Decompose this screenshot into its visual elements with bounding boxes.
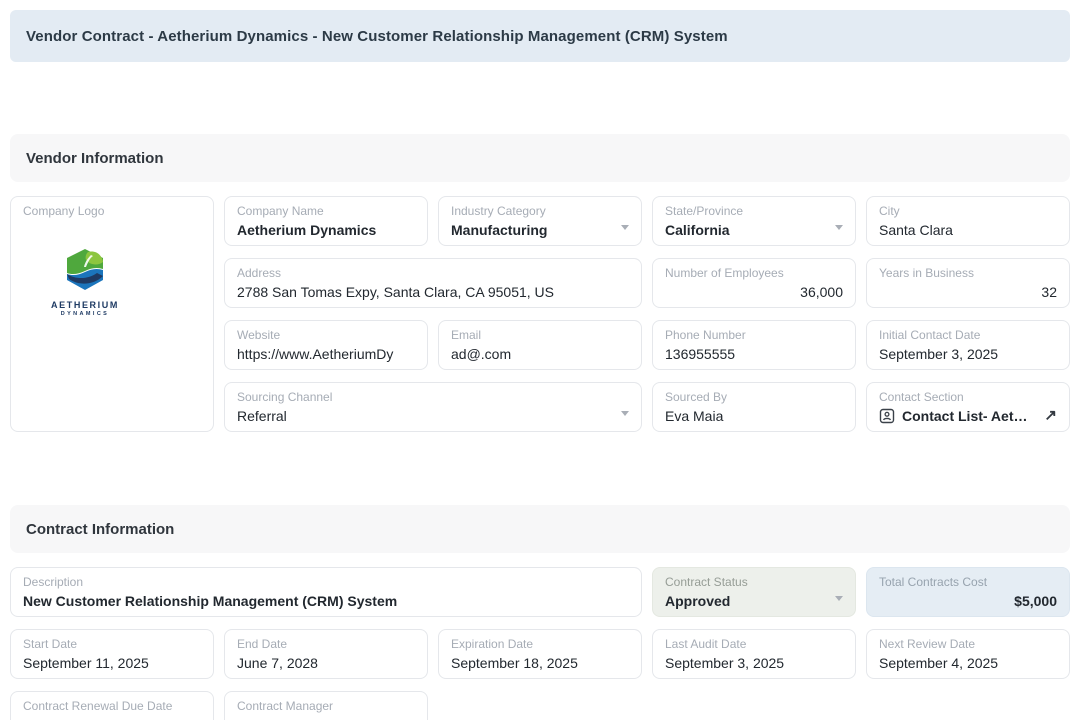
- state-province-label: State/Province: [665, 204, 827, 218]
- number-of-employees-field[interactable]: Number of Employees 36,000: [652, 258, 856, 308]
- email-field[interactable]: Email ad@.com: [438, 320, 642, 370]
- industry-category-select[interactable]: Industry Category Manufacturing: [438, 196, 642, 246]
- page-title-bar: Vendor Contract - Aetherium Dynamics - N…: [10, 10, 1070, 62]
- contact-section-label: Contact Section: [879, 390, 1057, 404]
- city-field[interactable]: City Santa Clara: [866, 196, 1070, 246]
- last-audit-date-label: Last Audit Date: [665, 637, 843, 651]
- contract-manager-label: Contract Manager: [237, 699, 415, 713]
- company-logo-field[interactable]: Company Logo AETHERIUM DYNAMICS: [10, 196, 214, 432]
- years-in-business-field[interactable]: Years in Business 32: [866, 258, 1070, 308]
- vendor-information-section: Vendor Information Company Logo AETHERIU…: [0, 134, 1080, 432]
- contract-status-label: Contract Status: [665, 575, 827, 589]
- number-of-employees-label: Number of Employees: [665, 266, 843, 280]
- phone-number-label: Phone Number: [665, 328, 843, 342]
- vendor-fields-grid: Company Logo AETHERIUM DYNAMICS Company …: [10, 196, 1070, 432]
- phone-number-field[interactable]: Phone Number 136955555: [652, 320, 856, 370]
- vendor-section-title: Vendor Information: [26, 150, 164, 167]
- total-contracts-cost-field: Total Contracts Cost $5,000: [866, 567, 1070, 617]
- contract-section-title: Contract Information: [26, 521, 174, 538]
- website-field[interactable]: Website https://www.AetheriumDy: [224, 320, 428, 370]
- end-date-field[interactable]: End Date June 7, 2028: [224, 629, 428, 679]
- years-in-business-value: 32: [879, 282, 1057, 302]
- contract-manager-value: Eva Maia: [237, 715, 415, 720]
- chevron-down-icon: [835, 225, 843, 230]
- contract-status-value: Approved: [665, 591, 827, 611]
- company-name-label: Company Name: [237, 204, 415, 218]
- chevron-down-icon: [621, 411, 629, 416]
- company-name-field[interactable]: Company Name Aetherium Dynamics: [224, 196, 428, 246]
- start-date-label: Start Date: [23, 637, 201, 651]
- description-field[interactable]: Description New Customer Relationship Ma…: [10, 567, 642, 617]
- logo-company-subname: DYNAMICS: [37, 311, 133, 317]
- contract-section-header: Contract Information: [10, 505, 1070, 553]
- sourced-by-value: Eva Maia: [665, 406, 843, 426]
- initial-contact-date-label: Initial Contact Date: [879, 328, 1057, 342]
- end-date-label: End Date: [237, 637, 415, 651]
- next-review-date-value: September 4, 2025: [879, 653, 1057, 673]
- start-date-field[interactable]: Start Date September 11, 2025: [10, 629, 214, 679]
- description-label: Description: [23, 575, 629, 589]
- contract-renewal-due-date-value: September 3, 2025: [23, 715, 201, 720]
- chevron-down-icon: [835, 596, 843, 601]
- total-contracts-cost-value: $5,000: [879, 591, 1057, 611]
- sourcing-channel-value: Referral: [237, 406, 613, 426]
- expiration-date-value: September 18, 2025: [451, 653, 629, 673]
- initial-contact-date-value: September 3, 2025: [879, 344, 1057, 364]
- contract-status-select[interactable]: Contract Status Approved: [652, 567, 856, 617]
- sourced-by-label: Sourced By: [665, 390, 843, 404]
- contract-manager-field[interactable]: Contract Manager Eva Maia: [224, 691, 428, 720]
- sourcing-channel-label: Sourcing Channel: [237, 390, 613, 404]
- sourced-by-field[interactable]: Sourced By Eva Maia: [652, 382, 856, 432]
- email-value: ad@.com: [451, 344, 629, 364]
- company-logo-label: Company Logo: [23, 204, 201, 218]
- address-label: Address: [237, 266, 629, 280]
- email-label: Email: [451, 328, 629, 342]
- page-title: Vendor Contract - Aetherium Dynamics - N…: [26, 28, 728, 45]
- vendor-section-header: Vendor Information: [10, 134, 1070, 182]
- end-date-value: June 7, 2028: [237, 653, 415, 673]
- expiration-date-label: Expiration Date: [451, 637, 629, 651]
- industry-category-label: Industry Category: [451, 204, 613, 218]
- sourcing-channel-select[interactable]: Sourcing Channel Referral: [224, 382, 642, 432]
- contact-section-value: Contact List- Aet…: [902, 406, 1037, 426]
- address-field[interactable]: Address 2788 San Tomas Expy, Santa Clara…: [224, 258, 642, 308]
- chevron-down-icon: [621, 225, 629, 230]
- industry-category-value: Manufacturing: [451, 220, 613, 240]
- initial-contact-date-field[interactable]: Initial Contact Date September 3, 2025: [866, 320, 1070, 370]
- city-label: City: [879, 204, 1057, 218]
- logo-company-name: AETHERIUM: [37, 300, 133, 310]
- number-of-employees-value: 36,000: [665, 282, 843, 302]
- last-audit-date-value: September 3, 2025: [665, 653, 843, 673]
- website-value: https://www.AetheriumDy: [237, 344, 415, 364]
- next-review-date-field[interactable]: Next Review Date September 4, 2025: [866, 629, 1070, 679]
- last-audit-date-field[interactable]: Last Audit Date September 3, 2025: [652, 629, 856, 679]
- total-contracts-cost-label: Total Contracts Cost: [879, 575, 1057, 589]
- contract-renewal-due-date-field[interactable]: Contract Renewal Due Date September 3, 2…: [10, 691, 214, 720]
- expiration-date-field[interactable]: Expiration Date September 18, 2025: [438, 629, 642, 679]
- address-value: 2788 San Tomas Expy, Santa Clara, CA 950…: [237, 282, 629, 302]
- external-link-icon[interactable]: ↗: [1044, 407, 1057, 425]
- contract-information-section: Contract Information Description New Cus…: [0, 505, 1080, 720]
- city-value: Santa Clara: [879, 220, 1057, 240]
- contract-renewal-due-date-label: Contract Renewal Due Date: [23, 699, 201, 713]
- contract-fields-grid: Description New Customer Relationship Ma…: [10, 567, 1070, 720]
- next-review-date-label: Next Review Date: [879, 637, 1057, 651]
- years-in-business-label: Years in Business: [879, 266, 1057, 280]
- aetherium-logo-emblem: [61, 248, 109, 292]
- company-name-value: Aetherium Dynamics: [237, 220, 415, 240]
- description-value: New Customer Relationship Management (CR…: [23, 591, 629, 611]
- start-date-value: September 11, 2025: [23, 653, 201, 673]
- state-province-value: California: [665, 220, 827, 240]
- company-logo: AETHERIUM DYNAMICS: [37, 248, 133, 317]
- phone-number-value: 136955555: [665, 344, 843, 364]
- contact-card-icon: [879, 408, 895, 424]
- website-label: Website: [237, 328, 415, 342]
- state-province-select[interactable]: State/Province California: [652, 196, 856, 246]
- contact-section-field[interactable]: Contact Section Contact List- Aet… ↗: [866, 382, 1070, 432]
